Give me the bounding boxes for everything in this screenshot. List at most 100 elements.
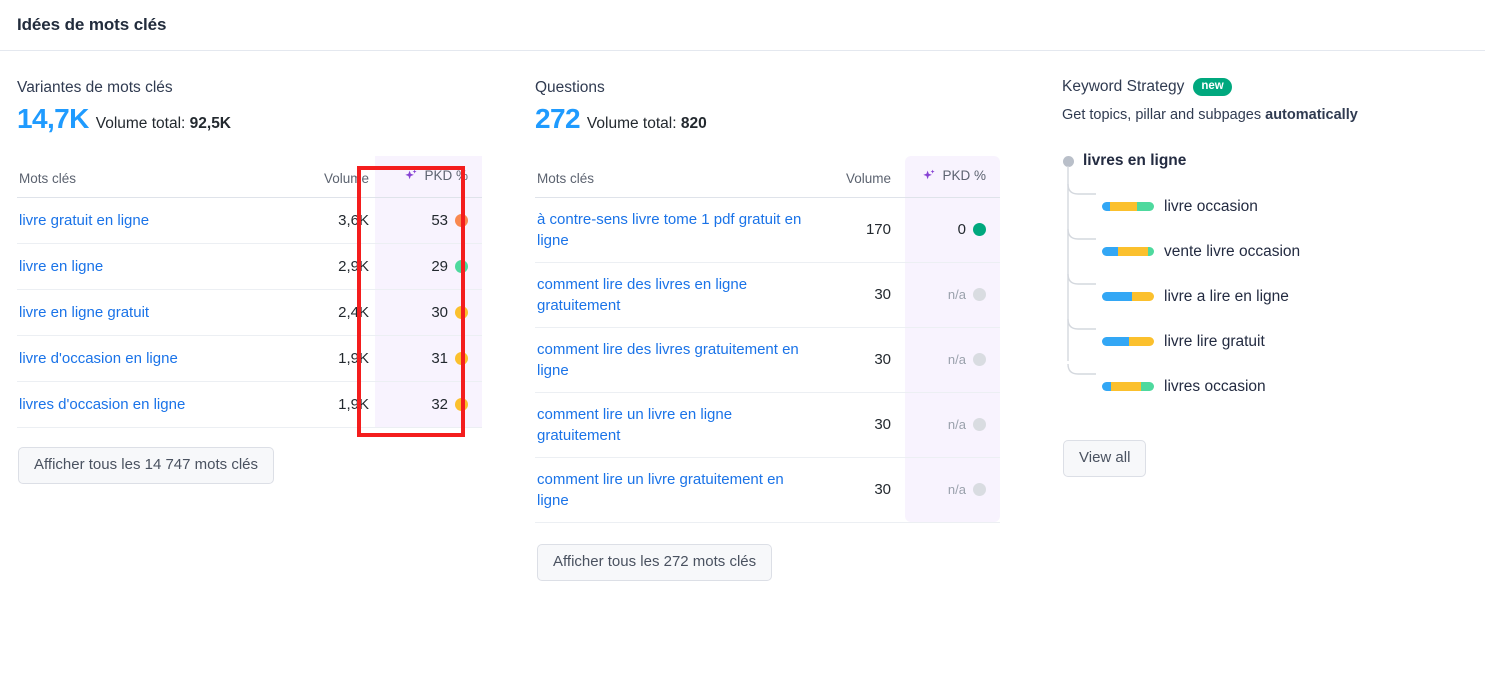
- questions-col-volume[interactable]: Volume: [815, 156, 905, 198]
- keyword-link[interactable]: livre d'occasion en ligne: [19, 348, 178, 369]
- sparkle-icon: [404, 169, 418, 183]
- variants-pkd-cell: 30: [375, 289, 482, 336]
- keyword-link[interactable]: comment lire un livre gratuitement en li…: [537, 469, 805, 511]
- sparkle-icon: [922, 169, 936, 183]
- view-all-button[interactable]: View all: [1063, 440, 1147, 477]
- variants-pkd-cell: 29: [375, 243, 482, 290]
- table-row[interactable]: livres d'occasion en ligne 1,9K 32: [17, 381, 482, 428]
- variants-keyword-cell: livre gratuit en ligne: [17, 197, 307, 244]
- questions-volume-cell: 30: [815, 327, 905, 393]
- keyword-intent-bar: [1102, 247, 1154, 256]
- variants-col-volume[interactable]: Volume: [307, 156, 375, 198]
- questions-keyword-cell: comment lire un livre gratuitement en li…: [535, 457, 815, 523]
- variants-volume-cell: 3,6K: [307, 197, 375, 244]
- tree-item[interactable]: livre occasion: [1062, 184, 1475, 229]
- pkd-status-dot: [455, 351, 468, 365]
- table-row[interactable]: comment lire un livre gratuitement en li…: [535, 457, 1000, 523]
- questions-volume-cell: 30: [815, 262, 905, 328]
- variants-volume-value: 92,5K: [189, 115, 232, 132]
- keyword-link[interactable]: à contre-sens livre tome 1 pdf gratuit e…: [537, 209, 805, 251]
- strategy-title: Keyword Strategy: [1062, 78, 1185, 95]
- questions-pkd-cell: n/a: [905, 327, 1000, 393]
- keyword-intent-bar: [1102, 382, 1154, 391]
- variants-keyword-cell: livre d'occasion en ligne: [17, 335, 307, 382]
- keyword-link[interactable]: livres d'occasion en ligne: [19, 394, 185, 415]
- strategy-subtitle: Get topics, pillar and subpages automati…: [1062, 107, 1475, 123]
- questions-pkd-cell: 0: [905, 197, 1000, 263]
- questions-pkd-cell: n/a: [905, 392, 1000, 458]
- strategy-header: Keyword Strategy new: [1062, 78, 1475, 96]
- table-row[interactable]: comment lire des livres en ligne gratuit…: [535, 262, 1000, 328]
- variants-metrics: 14,7K Volume total: 92,5K: [17, 104, 520, 134]
- questions-volume-cell: 170: [815, 197, 905, 263]
- strategy-button-wrap: View all: [1063, 440, 1475, 477]
- keyword-link[interactable]: comment lire des livres en ligne gratuit…: [537, 274, 805, 316]
- keyword-intent-bar: [1102, 202, 1154, 211]
- pkd-value: 30: [431, 303, 448, 321]
- variants-volume: Volume total: 92,5K: [96, 115, 231, 133]
- pkd-value: n/a: [947, 482, 966, 497]
- table-row[interactable]: comment lire un livre en ligne gratuitem…: [535, 392, 1000, 458]
- variants-button-wrap: Afficher tous les 14 747 mots clés: [18, 446, 520, 484]
- tree-item[interactable]: livre a lire en ligne: [1062, 274, 1475, 319]
- table-row[interactable]: livre en ligne 2,9K 29: [17, 243, 482, 290]
- variants-pkd-cell: 31: [375, 335, 482, 382]
- table-row[interactable]: livre d'occasion en ligne 1,9K 31: [17, 335, 482, 382]
- keyword-link[interactable]: comment lire des livres gratuitement en …: [537, 339, 805, 381]
- tree-item[interactable]: livres occasion: [1062, 364, 1475, 409]
- keyword-strategy-block: Keyword Strategy new Get topics, pillar …: [1045, 78, 1475, 477]
- variants-keyword-cell: livre en ligne gratuit: [17, 289, 307, 336]
- keyword-intent-bar: [1102, 337, 1154, 346]
- content-columns: Variantes de mots clés 14,7K Volume tota…: [0, 51, 1485, 581]
- variants-col-pkd-label: PKD %: [424, 168, 468, 183]
- variants-volume-cell: 1,9K: [307, 381, 375, 428]
- variants-volume-label: Volume total:: [95, 115, 186, 132]
- variants-col-keyword[interactable]: Mots clés: [17, 156, 307, 198]
- questions-keyword-cell: comment lire des livres en ligne gratuit…: [535, 262, 815, 328]
- strategy-tree: livres en ligne livre occasion vente liv…: [1062, 150, 1475, 409]
- pkd-value: 53: [431, 211, 448, 229]
- pkd-status-dot: [455, 259, 468, 273]
- keyword-link[interactable]: livre en ligne gratuit: [19, 302, 149, 323]
- pkd-value: n/a: [947, 287, 966, 302]
- pkd-status-dot: [973, 288, 986, 301]
- questions-pkd-cell: n/a: [905, 457, 1000, 523]
- variants-volume-cell: 2,4K: [307, 289, 375, 336]
- pkd-status-dot: [973, 418, 986, 431]
- pkd-value: 31: [431, 349, 448, 367]
- table-row[interactable]: à contre-sens livre tome 1 pdf gratuit e…: [535, 197, 1000, 263]
- strategy-subtitle-plain: Get topics, pillar and subpages: [1062, 107, 1266, 123]
- table-row[interactable]: livre en ligne gratuit 2,4K 30: [17, 289, 482, 336]
- tree-item-label: livre occasion: [1164, 197, 1258, 215]
- questions-col-pkd-label: PKD %: [942, 168, 986, 183]
- questions-table-body: à contre-sens livre tome 1 pdf gratuit e…: [535, 197, 1000, 523]
- keyword-link[interactable]: livre gratuit en ligne: [19, 210, 149, 231]
- tree-item[interactable]: livre lire gratuit: [1062, 319, 1475, 364]
- table-row[interactable]: comment lire des livres gratuitement en …: [535, 327, 1000, 393]
- tree-root-label: livres en ligne: [1083, 152, 1187, 169]
- tree-root-node[interactable]: livres en ligne: [1062, 150, 1475, 172]
- keyword-intent-bar: [1102, 292, 1154, 301]
- tree-item[interactable]: vente livre occasion: [1062, 229, 1475, 274]
- questions-volume: Volume total: 820: [587, 115, 707, 133]
- questions-col-keyword[interactable]: Mots clés: [535, 156, 815, 198]
- questions-table: Mots clés Volume PKD % à contre-sens liv…: [535, 156, 1000, 523]
- show-all-variants-button[interactable]: Afficher tous les 14 747 mots clés: [18, 446, 275, 484]
- strategy-subtitle-bold: automatically: [1265, 107, 1358, 123]
- keyword-link[interactable]: livre en ligne: [19, 256, 103, 277]
- variants-table-header-row: Mots clés Volume PKD %: [17, 156, 482, 198]
- tree-item-label: livres occasion: [1164, 377, 1266, 395]
- variants-col-pkd[interactable]: PKD %: [375, 156, 482, 198]
- tree-item-label: livre lire gratuit: [1164, 332, 1265, 350]
- tree-item-label: livre a lire en ligne: [1164, 287, 1289, 305]
- show-all-questions-button[interactable]: Afficher tous les 272 mots clés: [537, 543, 773, 581]
- page-title: Idées de mots clés: [17, 15, 167, 34]
- variants-title: Variantes de mots clés: [17, 79, 173, 96]
- questions-pkd-cell: n/a: [905, 262, 1000, 328]
- questions-col-pkd[interactable]: PKD %: [905, 156, 1000, 198]
- keyword-link[interactable]: comment lire un livre en ligne gratuitem…: [537, 404, 805, 446]
- tree-item-label: vente livre occasion: [1164, 242, 1301, 260]
- pkd-value: 29: [431, 257, 448, 275]
- variants-count: 14,7K: [17, 103, 89, 134]
- table-row[interactable]: livre gratuit en ligne 3,6K 53: [17, 197, 482, 244]
